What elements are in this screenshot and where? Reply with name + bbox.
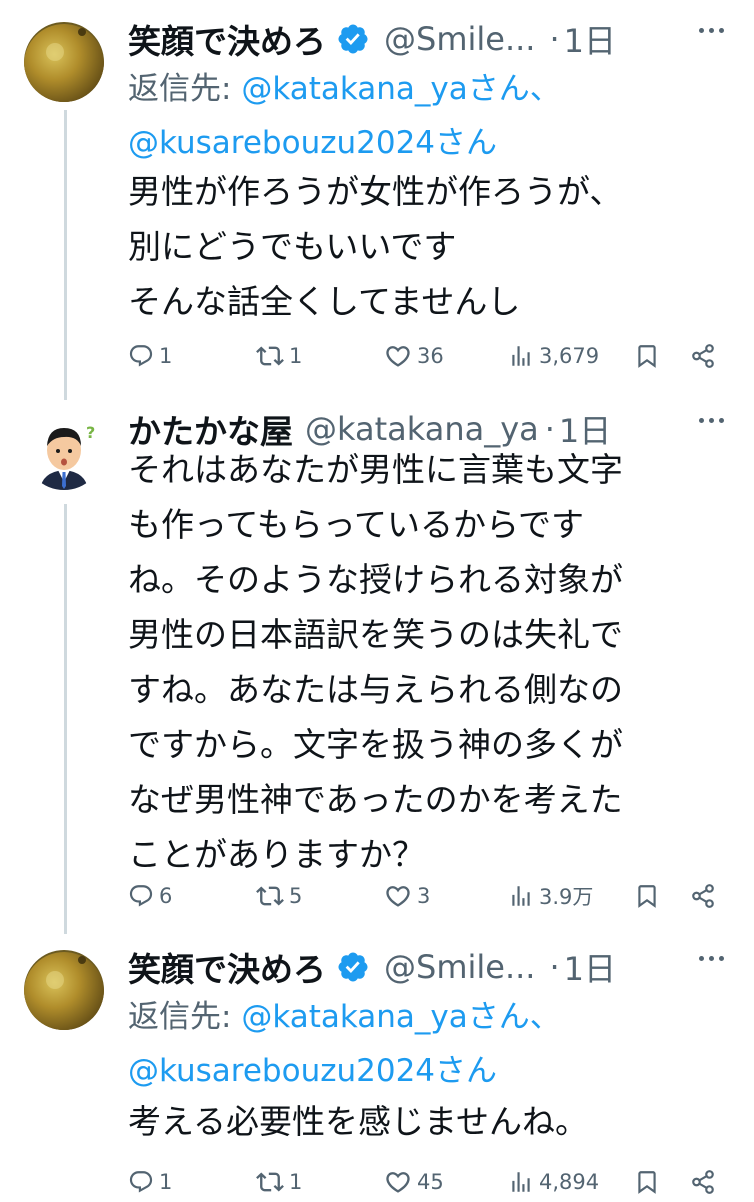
tweet-header: 笑顔で決めろ @Smile... · 1日 (128, 942, 724, 992)
verified-badge-icon (336, 950, 370, 984)
mention-link[interactable]: @katakana_yaさん、 (241, 999, 560, 1035)
thread-line (64, 110, 67, 400)
like-button[interactable]: 45 (384, 1162, 444, 1202)
view-count: 4,894 (539, 1170, 600, 1194)
views-button[interactable]: 3.9万 (508, 876, 593, 916)
retweet-button[interactable]: 5 (256, 876, 302, 916)
orange-fruit-avatar[interactable] (24, 950, 104, 1030)
timestamp[interactable]: 1日 (564, 16, 616, 62)
businessman-avatar[interactable]: ? (24, 410, 104, 490)
timestamp[interactable]: 1日 (564, 944, 616, 990)
heart-icon (384, 882, 412, 910)
share-button[interactable] (690, 1162, 721, 1202)
retweet-count: 5 (289, 884, 303, 908)
tweet-actions: 1 1 36 3,679 (128, 336, 724, 376)
more-icon[interactable] (699, 418, 724, 423)
retweet-button[interactable]: 1 (256, 1162, 302, 1202)
share-button[interactable] (690, 336, 721, 376)
view-count: 3,679 (539, 344, 600, 368)
share-button[interactable] (690, 876, 721, 916)
heart-icon (384, 1168, 412, 1196)
retweet-count: 1 (289, 344, 303, 368)
bookmark-icon (634, 343, 660, 369)
display-name[interactable]: 笑顔で決めろ (128, 943, 326, 991)
reply-button[interactable]: 1 (128, 336, 172, 376)
views-chart-icon (508, 883, 534, 909)
tweet-header: 笑顔で決めろ @Smile... · 1日 (128, 14, 724, 64)
retweet-button[interactable]: 1 (256, 336, 302, 376)
like-count: 36 (417, 344, 444, 368)
reply-count: 1 (159, 1170, 173, 1194)
separator-dot: · (549, 20, 560, 58)
svg-text:?: ? (86, 423, 95, 442)
retweet-count: 1 (289, 1170, 303, 1194)
reply-icon (128, 343, 154, 369)
views-chart-icon (508, 1169, 534, 1195)
views-chart-icon (508, 343, 534, 369)
tweet-text: それはあなたが男性に言葉も文字 も作ってもらっているからです ね。そのような授け… (128, 450, 623, 874)
reply-count: 6 (159, 884, 173, 908)
retweet-icon (256, 882, 284, 910)
bookmark-icon (634, 1169, 660, 1195)
like-count: 45 (417, 1170, 444, 1194)
view-count: 3.9万 (539, 885, 594, 909)
like-button[interactable]: 36 (384, 336, 444, 376)
views-button[interactable]: 4,894 (508, 1162, 599, 1202)
verified-badge-icon (336, 22, 370, 56)
user-handle[interactable]: @Smile... (384, 20, 535, 58)
reply-to-label: 返信先: (128, 71, 242, 107)
reply-to-label: 返信先: (128, 999, 242, 1035)
views-button[interactable]: 3,679 (508, 336, 599, 376)
bookmark-button[interactable] (634, 1162, 665, 1202)
retweet-icon (256, 342, 284, 370)
thread-line (64, 504, 67, 934)
reply-to-line: 返信先: @katakana_yaさん、 @kusarebouzu2024さん (128, 62, 734, 170)
mention-link[interactable]: @katakana_yaさん、 (241, 71, 560, 107)
tweet-actions: 1 1 45 4,894 (128, 1162, 724, 1202)
bookmark-icon (634, 883, 660, 909)
heart-icon (384, 342, 412, 370)
reply-icon (128, 883, 154, 909)
share-icon (690, 1169, 716, 1195)
reply-count: 1 (159, 344, 173, 368)
reply-to-line: 返信先: @katakana_yaさん、 @kusarebouzu2024さん (128, 990, 734, 1098)
share-icon (690, 343, 716, 369)
user-handle[interactable]: @Smile... (384, 948, 535, 986)
bookmark-button[interactable] (634, 336, 665, 376)
mention-link[interactable]: @kusarebouzu2024さん (128, 125, 497, 161)
bookmark-button[interactable] (634, 876, 665, 916)
display-name[interactable]: 笑顔で決めろ (128, 15, 326, 63)
separator-dot: · (549, 948, 560, 986)
reply-button[interactable]: 6 (128, 876, 172, 916)
tweet-text: 男性が作ろうが女性が作ろうが、 別にどうでもいいです そんな話全くしてませんし (128, 172, 623, 321)
retweet-icon (256, 1168, 284, 1196)
share-icon (690, 883, 716, 909)
reply-button[interactable]: 1 (128, 1162, 172, 1202)
more-icon[interactable] (699, 956, 724, 961)
tweet-actions: 6 5 3 3.9万 (128, 876, 724, 916)
mention-link[interactable]: @kusarebouzu2024さん (128, 1053, 497, 1089)
tweet-text: 考える必要性を感じませんね。 (128, 1102, 589, 1141)
more-icon[interactable] (699, 28, 724, 33)
like-count: 3 (417, 884, 431, 908)
reply-icon (128, 1169, 154, 1195)
like-button[interactable]: 3 (384, 876, 430, 916)
orange-fruit-avatar[interactable] (24, 22, 104, 102)
